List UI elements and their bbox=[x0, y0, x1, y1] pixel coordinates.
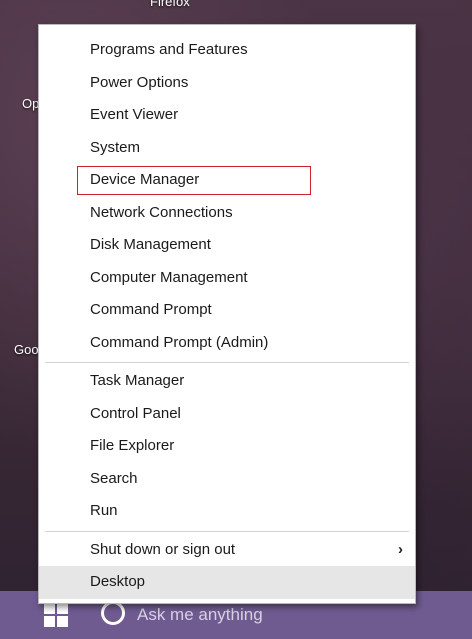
menu-item-command-prompt[interactable]: Command Prompt bbox=[39, 294, 415, 327]
menu-item-event-viewer[interactable]: Event Viewer bbox=[39, 99, 415, 132]
menu-item-disk-management[interactable]: Disk Management bbox=[39, 229, 415, 262]
taskbar-search-box[interactable]: Ask me anything bbox=[137, 605, 263, 625]
desktop-icon-label[interactable]: Firefox bbox=[150, 0, 190, 9]
menu-item-control-panel[interactable]: Control Panel bbox=[39, 398, 415, 431]
windows-start-icon[interactable] bbox=[44, 603, 68, 627]
menu-item-system[interactable]: System bbox=[39, 132, 415, 165]
cortana-icon[interactable] bbox=[101, 601, 125, 625]
menu-item-file-explorer[interactable]: File Explorer bbox=[39, 430, 415, 463]
desktop-icon-label[interactable]: Goo bbox=[14, 342, 39, 357]
menu-item-network-connections[interactable]: Network Connections bbox=[39, 197, 415, 230]
menu-item-command-prompt-admin[interactable]: Command Prompt (Admin) bbox=[39, 327, 415, 360]
menu-item-shut-down-or-sign-out[interactable]: Shut down or sign out › bbox=[39, 534, 415, 567]
menu-item-programs-and-features[interactable]: Programs and Features bbox=[39, 34, 415, 67]
menu-item-desktop[interactable]: Desktop bbox=[39, 566, 415, 599]
power-user-menu: Programs and Features Power Options Even… bbox=[38, 24, 416, 604]
menu-separator bbox=[45, 362, 409, 363]
menu-item-run[interactable]: Run bbox=[39, 495, 415, 528]
menu-item-search[interactable]: Search bbox=[39, 463, 415, 496]
chevron-right-icon: › bbox=[398, 540, 403, 558]
menu-item-computer-management[interactable]: Computer Management bbox=[39, 262, 415, 295]
menu-separator bbox=[45, 530, 409, 532]
menu-item-task-manager[interactable]: Task Manager bbox=[39, 365, 415, 398]
desktop-icon-label[interactable]: Op bbox=[22, 96, 39, 111]
menu-item-device-manager[interactable]: Device Manager bbox=[39, 164, 415, 197]
menu-item-label: Shut down or sign out bbox=[90, 540, 236, 558]
menu-item-power-options[interactable]: Power Options bbox=[39, 67, 415, 100]
